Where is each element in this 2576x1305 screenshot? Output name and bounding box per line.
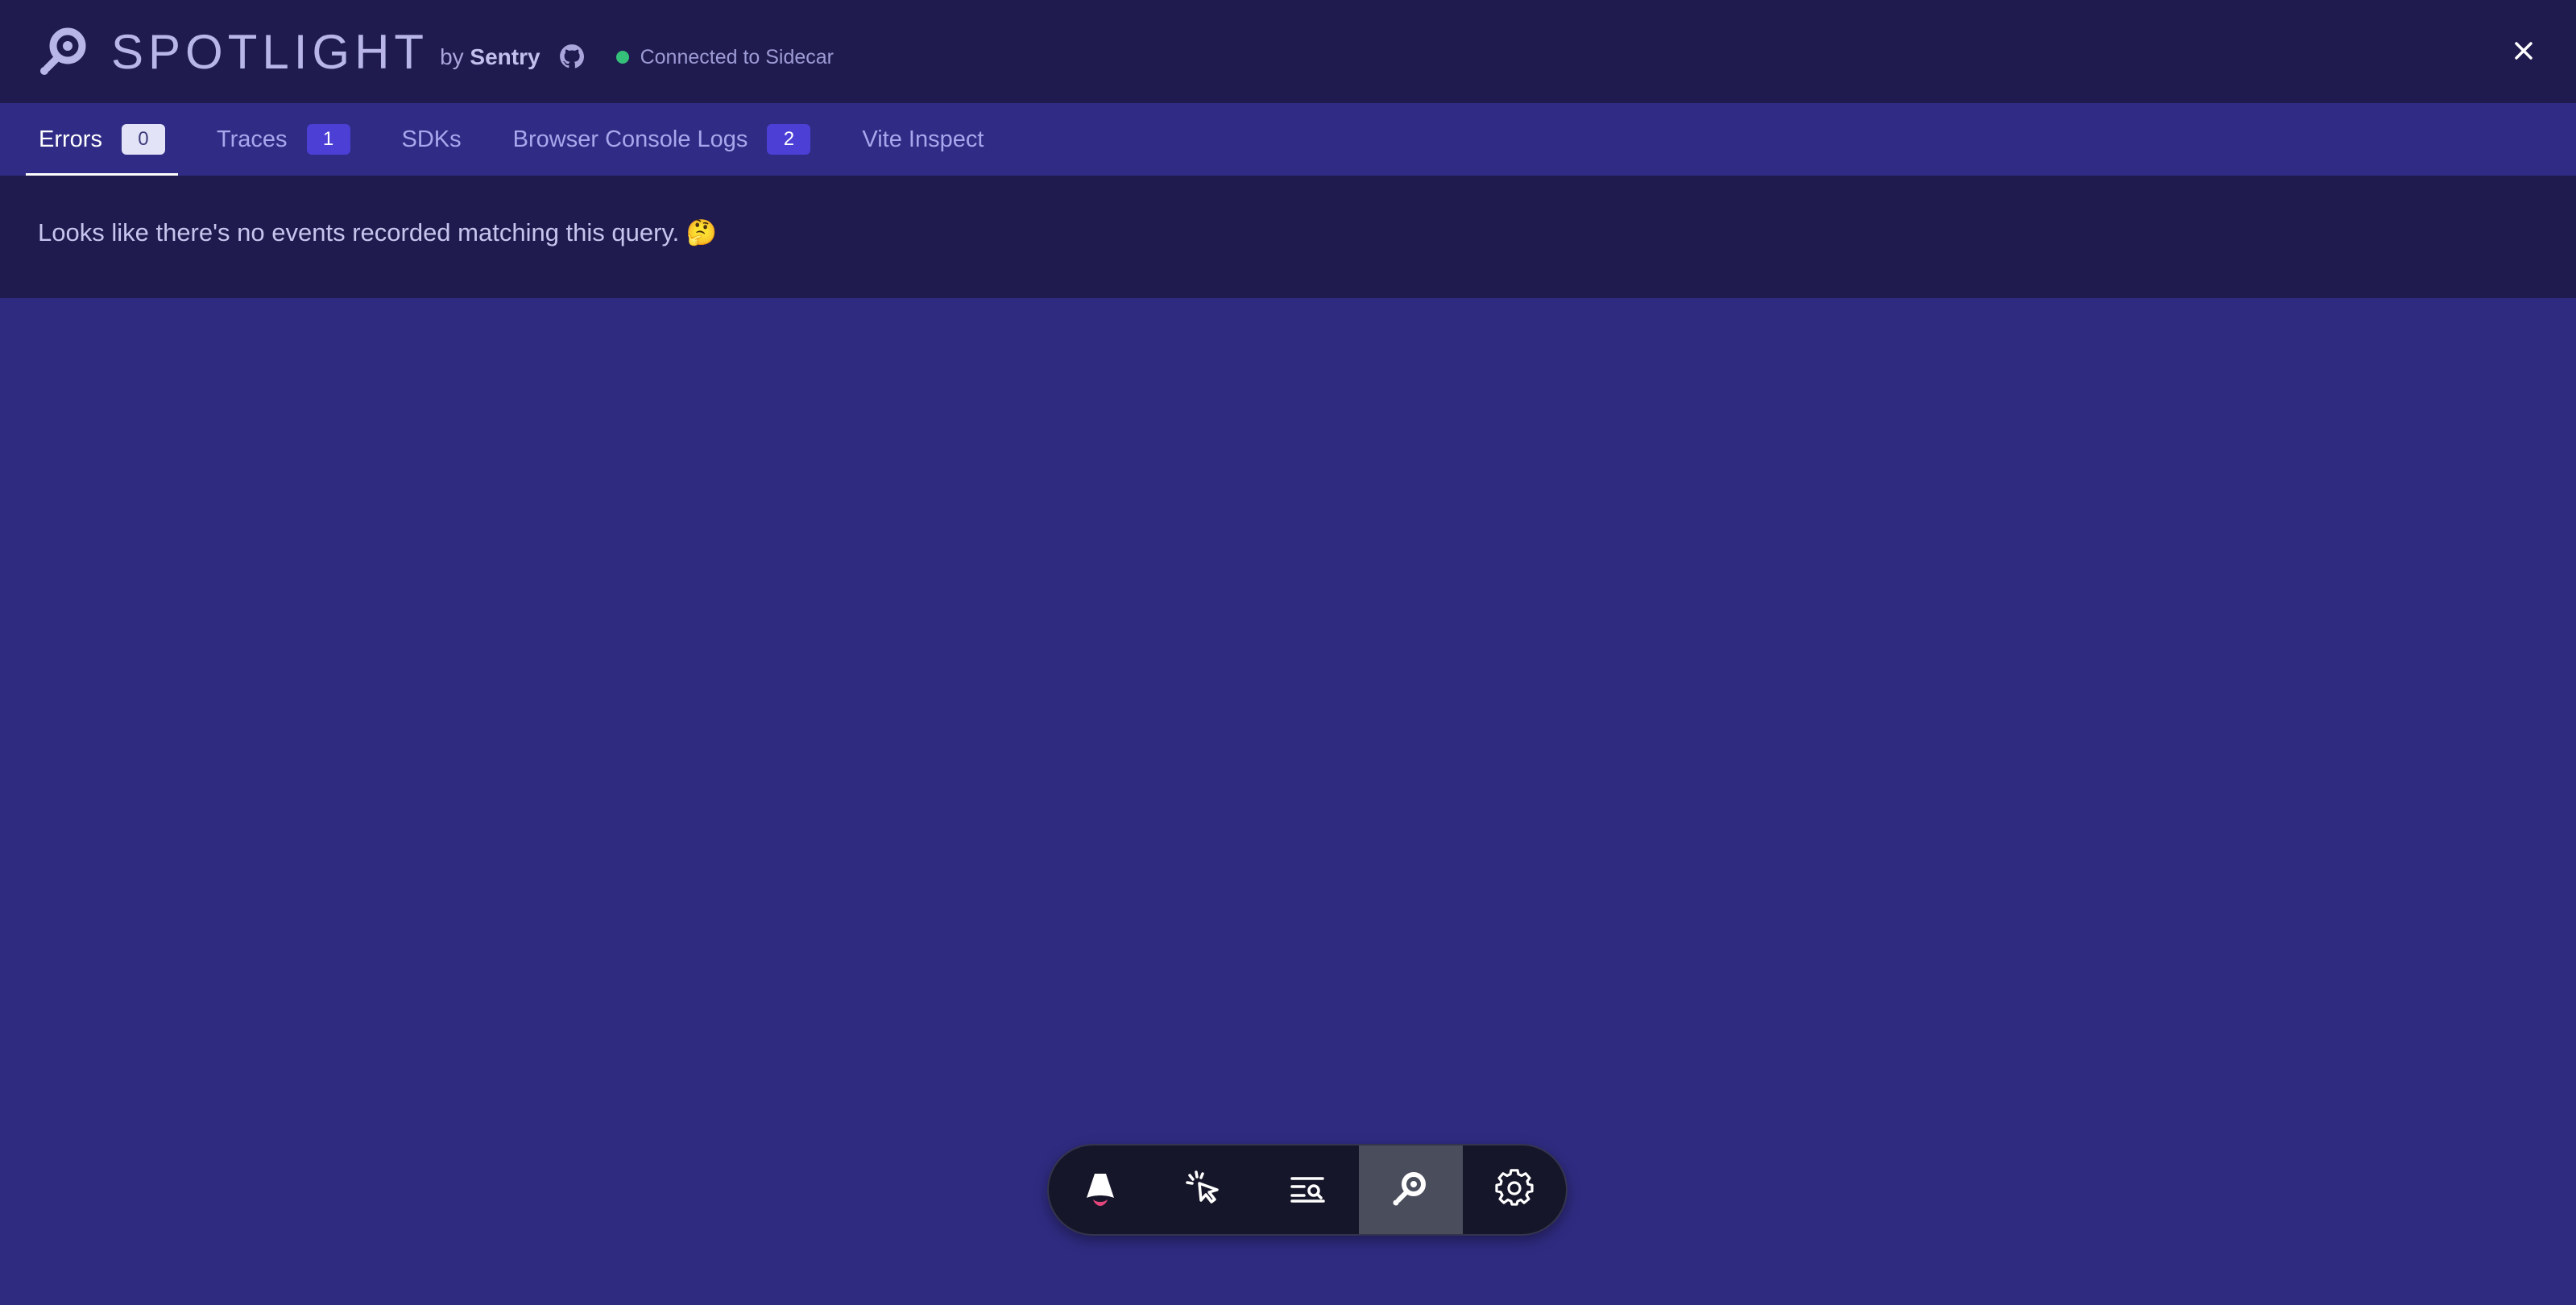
- count-badge: 0: [121, 124, 165, 155]
- settings-button[interactable]: [1463, 1146, 1566, 1234]
- tab-sdks[interactable]: SDKs: [389, 103, 474, 176]
- tab-browser-console-logs[interactable]: Browser Console Logs 2: [500, 103, 824, 176]
- tab-label: Browser Console Logs: [512, 126, 748, 152]
- search-list-icon: [1288, 1169, 1327, 1212]
- astro-icon: [1081, 1169, 1120, 1212]
- github-icon[interactable]: [558, 43, 586, 70]
- close-icon[interactable]: [2508, 35, 2539, 66]
- tab-label: Errors: [39, 126, 102, 152]
- dev-toolbar: [1047, 1144, 1568, 1236]
- tab-bar: Errors 0 Traces 1 SDKs Browser Console L…: [0, 103, 2576, 176]
- tab-errors[interactable]: Errors 0: [26, 103, 178, 176]
- events-panel: Looks like there's no events recorded ma…: [0, 176, 2576, 298]
- header-bar: SPOTLIGHT by Sentry Connected to Sidecar: [0, 0, 2576, 103]
- tab-label: Traces: [216, 126, 288, 152]
- count-badge: 2: [767, 124, 811, 155]
- tab-label: Vite Inspect: [862, 126, 984, 152]
- connection-status: Connected to Sidecar: [615, 45, 835, 69]
- tab-traces[interactable]: Traces 1: [204, 103, 363, 176]
- byline-company[interactable]: Sentry: [470, 44, 540, 69]
- tab-vite-inspect[interactable]: Vite Inspect: [849, 103, 996, 176]
- status-text: Connected to Sidecar: [640, 45, 835, 68]
- empty-state-message: Looks like there's no events recorded ma…: [38, 218, 718, 246]
- count-badge: 1: [306, 124, 350, 155]
- tab-label: SDKs: [401, 126, 462, 152]
- status-dot: [615, 51, 629, 64]
- brand-byline: by Sentry: [440, 44, 540, 70]
- inspect-button[interactable]: [1152, 1146, 1255, 1234]
- spotlight-logo-icon: [37, 25, 90, 78]
- spotlight-icon: [1391, 1169, 1430, 1212]
- astro-button[interactable]: [1049, 1146, 1152, 1234]
- audit-button[interactable]: [1256, 1146, 1359, 1234]
- brand-title: SPOTLIGHT: [111, 24, 429, 79]
- byline-prefix: by: [440, 44, 464, 69]
- gear-icon: [1495, 1168, 1534, 1212]
- cursor-click-icon: [1185, 1169, 1224, 1212]
- spotlight-button[interactable]: [1359, 1146, 1463, 1234]
